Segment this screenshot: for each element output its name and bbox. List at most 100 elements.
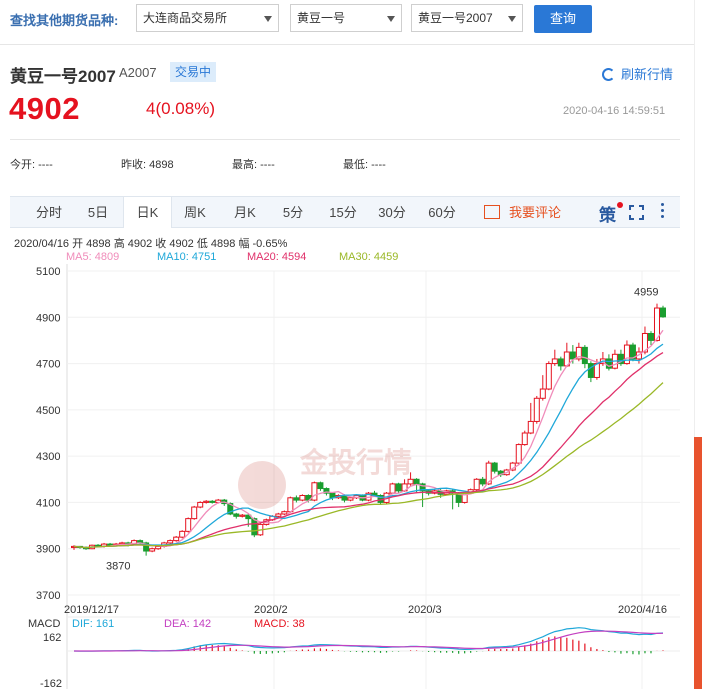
variety-select[interactable]: 黄豆一号 <box>290 4 402 32</box>
divider <box>0 44 702 45</box>
candle <box>167 540 174 544</box>
candle <box>275 513 282 517</box>
candle <box>545 363 552 390</box>
candle <box>179 530 186 538</box>
x-tick-label: 2020/3 <box>408 604 442 616</box>
tab-60min[interactable]: 60分 <box>422 197 462 228</box>
macd-legend: DEA: 142 <box>164 618 211 630</box>
tab-5min[interactable]: 5分 <box>273 197 313 228</box>
candle <box>281 511 288 515</box>
comment-button[interactable]: 我要评论 <box>484 197 561 228</box>
y-tick-label: 4300 <box>36 451 60 463</box>
candle <box>395 483 402 492</box>
candle <box>173 536 180 542</box>
y-tick-label: 4900 <box>36 312 60 324</box>
macd-legend: DIF: 161 <box>72 618 114 630</box>
notification-dot <box>617 202 623 208</box>
variety-select-value: 黄豆一号 <box>297 11 346 25</box>
y-tick-label: 5100 <box>36 266 60 278</box>
chevron-down-icon <box>508 16 516 22</box>
candle <box>209 500 216 503</box>
candle <box>413 478 420 485</box>
candle <box>647 332 654 341</box>
watermark-logo <box>238 461 286 509</box>
fullscreen-icon[interactable] <box>629 205 644 220</box>
candle <box>569 351 576 360</box>
candle <box>581 346 588 365</box>
candle <box>527 420 534 434</box>
candle <box>197 501 204 508</box>
candle <box>407 478 414 485</box>
candle <box>203 500 210 503</box>
contract-select-value: 黄豆一号2007 <box>418 11 493 25</box>
chevron-down-icon <box>264 16 272 22</box>
chevron-down-icon <box>387 16 395 22</box>
max-label: 4959 <box>634 287 658 299</box>
candle <box>155 545 162 550</box>
candle <box>149 548 156 552</box>
candle <box>389 483 396 494</box>
dea-line <box>74 630 664 652</box>
stat-prev-close: 昨收: 4898 <box>121 156 174 172</box>
strategy-button[interactable]: 策 <box>599 201 623 226</box>
candle <box>233 513 240 517</box>
tab-weekly-k[interactable]: 周K <box>173 197 217 228</box>
y-tick-label: 3700 <box>36 590 60 602</box>
period-tabs: 分时 5日 日K 周K 月K 5分 15分 30分 60分 我要评论 策 <box>10 196 680 228</box>
refresh-icon <box>602 68 615 81</box>
tab-monthly-k[interactable]: 月K <box>223 197 267 228</box>
status-badge: 交易中 <box>170 62 217 82</box>
tab-5day[interactable]: 5日 <box>77 197 119 228</box>
query-button[interactable]: 查询 <box>534 5 592 33</box>
price-change: 4(0.08%) <box>146 99 215 118</box>
stat-prev-value: 4898 <box>149 159 174 171</box>
exchange-select-value: 大连商品交易所 <box>143 11 228 25</box>
ohlc-line: 2020/04/16 开 4898 高 4902 收 4902 低 4898 幅… <box>14 238 288 250</box>
candle <box>479 478 486 485</box>
candle <box>317 482 324 490</box>
x-tick-label: 2019/12/17 <box>64 604 119 616</box>
search-bar: 查找其他期货品种: 大连商品交易所 黄豆一号 黄豆一号2007 查询 <box>0 0 702 42</box>
candle <box>551 358 558 365</box>
candle <box>299 494 306 501</box>
comment-label: 我要评论 <box>509 205 562 220</box>
x-tick-label: 2020/2 <box>254 604 288 616</box>
divider <box>10 139 680 140</box>
candle <box>287 497 294 513</box>
macd-legend: MACD: 38 <box>254 618 305 630</box>
contract-select[interactable]: 黄豆一号2007 <box>411 4 523 32</box>
more-icon[interactable] <box>661 203 665 221</box>
candle <box>533 397 540 422</box>
tab-intraday[interactable]: 分时 <box>28 197 70 228</box>
min-label: 3870 <box>106 561 130 573</box>
candle <box>660 307 666 318</box>
candle <box>191 506 198 520</box>
tab-daily-k[interactable]: 日K <box>123 197 172 228</box>
kline-chart[interactable]: 5100 4900 4700 4500 4300 4100 3900 3700 金投行情 4959… <box>0 260 690 689</box>
stat-prev-label: 昨收: <box>121 159 147 171</box>
tab-15min[interactable]: 15分 <box>323 197 363 228</box>
last-price: 4902 <box>9 91 80 126</box>
stat-high: 最高: ---- <box>232 156 275 172</box>
candle <box>185 518 192 532</box>
macd-tick: -162 <box>40 678 62 689</box>
y-tick-label: 4700 <box>36 359 60 371</box>
candle <box>515 444 522 464</box>
stat-low-label: 最低: <box>343 159 369 171</box>
candle <box>293 497 300 501</box>
macd-tick: 162 <box>43 632 61 644</box>
stat-open-label: 今开: <box>10 159 36 171</box>
candle <box>239 514 246 517</box>
quote-time: 2020-04-16 14:59:51 <box>563 105 666 117</box>
y-tick-label: 3900 <box>36 544 60 556</box>
exchange-select[interactable]: 大连商品交易所 <box>136 4 279 32</box>
refresh-button[interactable]: 刷新行情 <box>602 64 673 83</box>
tab-30min[interactable]: 30分 <box>372 197 412 228</box>
candle <box>521 432 528 446</box>
ma5-line <box>73 329 664 549</box>
refresh-label: 刷新行情 <box>621 67 674 82</box>
stat-high-label: 最高: <box>232 159 258 171</box>
stat-low: 最低: ---- <box>343 156 386 172</box>
stat-open: 今开: ---- <box>10 156 53 172</box>
search-label: 查找其他期货品种: <box>10 13 119 28</box>
